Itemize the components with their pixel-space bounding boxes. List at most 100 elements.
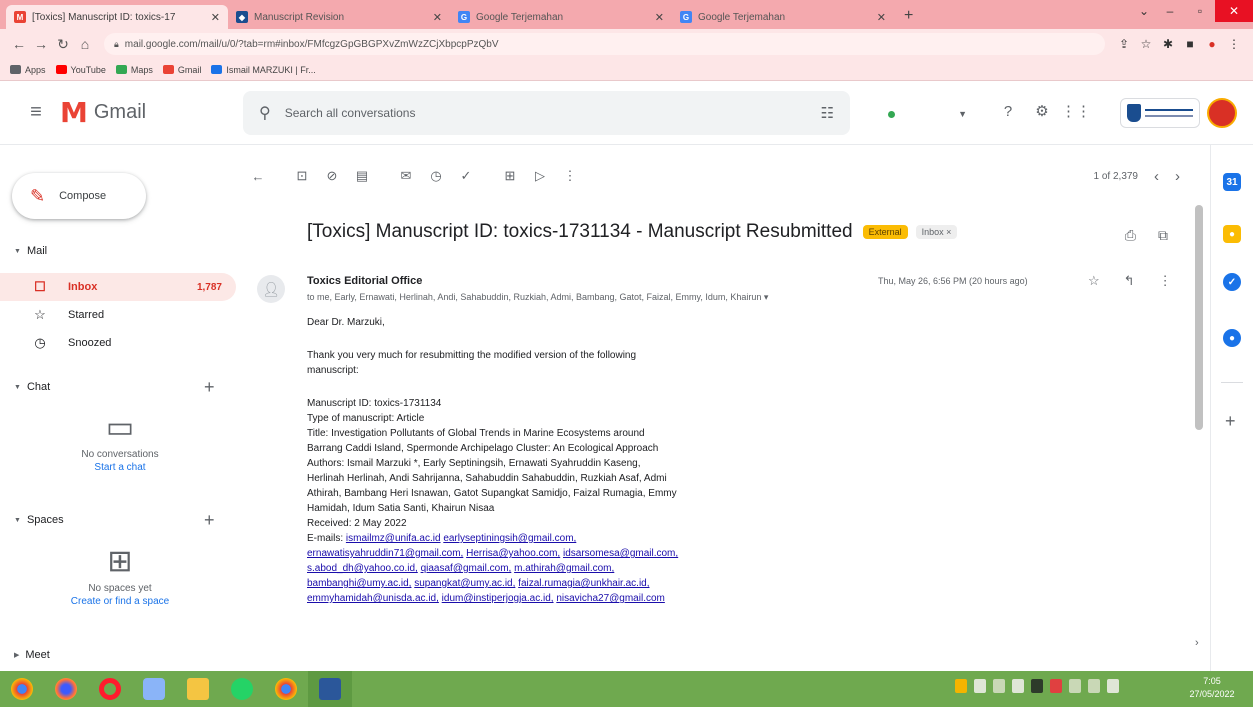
print-icon[interactable]: ⎙ (1125, 227, 1136, 244)
profile-icon[interactable]: ● (1201, 37, 1223, 51)
delete-icon[interactable]: ▤ (347, 168, 377, 184)
sidebar-item-inbox[interactable]: ☐ Inbox 1,787 (0, 273, 236, 301)
snooze-icon[interactable]: ◷ (421, 168, 451, 184)
scroll-right-arrow-icon[interactable]: › (1195, 637, 1199, 649)
share-icon[interactable]: ⇪ (1113, 37, 1135, 51)
sender-name[interactable]: Toxics Editorial Office (307, 275, 422, 287)
main-menu-icon[interactable]: ≡ (12, 101, 60, 124)
tray-app-icon[interactable] (1012, 679, 1024, 693)
account-avatar[interactable] (1207, 98, 1237, 128)
bookmark-profile[interactable]: Ismail MARZUKI | Fr... (211, 65, 316, 75)
mail-section-header[interactable]: ▼ Mail (14, 245, 47, 257)
star-message-icon[interactable]: ☆ (1088, 273, 1100, 289)
meet-section-header[interactable]: ▶ Meet (14, 649, 50, 661)
email-link[interactable]: idum@instiperjogja.ac.id, (442, 593, 554, 604)
bookmark-star-icon[interactable]: ☆ (1135, 37, 1157, 51)
newer-chevron-icon[interactable]: ‹ (1154, 168, 1159, 185)
contacts-icon[interactable]: ● (1223, 329, 1241, 347)
browser-menu-icon[interactable]: ⋮ (1223, 37, 1245, 51)
inbox-label-chip[interactable]: Inbox × (915, 225, 958, 239)
tasks-icon[interactable]: ✓ (1223, 273, 1241, 291)
recipients-line[interactable]: to me, Early, Ernawati, Herlinah, Andi, … (307, 292, 768, 303)
new-chat-plus-icon[interactable]: + (204, 377, 215, 398)
profile-menu-icon[interactable]: ⌄ (1133, 0, 1155, 22)
sender-avatar[interactable]: 👤︎ (257, 275, 285, 303)
bookmark-apps[interactable]: Apps (10, 65, 46, 75)
taskbar-chrome-2[interactable] (264, 671, 308, 707)
taskbar-clock[interactable]: 7:05 27/05/2022 (1180, 675, 1244, 701)
taskbar-chrome[interactable] (0, 671, 44, 707)
new-tab-button[interactable]: + (894, 7, 923, 29)
search-input[interactable]: Search all conversations (285, 106, 821, 120)
email-link[interactable]: Herrisa@yahoo.com, (466, 548, 560, 559)
create-space-link[interactable]: Create or find a space (0, 596, 240, 607)
taskbar-opera[interactable] (88, 671, 132, 707)
close-tab-icon[interactable]: ✕ (877, 11, 886, 24)
gmail-logo[interactable]: M Gmail (60, 96, 240, 129)
browser-tab[interactable]: G Google Terjemahan ✕ (672, 5, 894, 29)
keep-icon[interactable]: ● (1223, 225, 1241, 243)
archive-icon[interactable]: ⊡ (287, 168, 317, 184)
window-icon[interactable]: ■ (1179, 37, 1201, 51)
message-more-icon[interactable]: ⋮ (1159, 273, 1172, 289)
close-tab-icon[interactable]: ✕ (433, 11, 442, 24)
email-link[interactable]: ismailmz@unifa.ac.id (346, 533, 441, 544)
calendar-icon[interactable]: 31 (1223, 173, 1241, 191)
bookmark-gmail[interactable]: Gmail (162, 65, 201, 75)
email-link[interactable]: bambanghi@umy.ac.id, (307, 578, 411, 589)
sidebar-item-starred[interactable]: ☆ Starred (0, 301, 236, 329)
back-arrow-icon[interactable]: ← (8, 36, 30, 52)
email-link[interactable]: nisavicha27@gmail.com (556, 593, 665, 604)
browser-tab[interactable]: G Google Terjemahan ✕ (450, 5, 672, 29)
bookmark-maps[interactable]: Maps (115, 65, 153, 75)
close-window-button[interactable]: ✕ (1215, 0, 1253, 22)
older-chevron-icon[interactable]: › (1175, 168, 1180, 185)
home-icon[interactable]: ⌂ (74, 36, 96, 52)
organization-logo[interactable] (1120, 98, 1200, 128)
email-link[interactable]: idsarsomesa@gmail.com, (563, 548, 678, 559)
status-selector[interactable]: ▼ (880, 103, 975, 125)
mark-unread-icon[interactable]: ✉ (391, 168, 421, 184)
forward-arrow-icon[interactable]: → (30, 36, 52, 52)
email-link[interactable]: s.abod_dh@yahoo.co.id, (307, 563, 418, 574)
search-options-icon[interactable]: ☷ (821, 104, 834, 122)
add-to-tasks-icon[interactable]: ✓ (451, 168, 481, 184)
reply-icon[interactable]: ↰ (1124, 273, 1135, 289)
spaces-section-header[interactable]: ▼ Spaces + (14, 510, 215, 530)
minimize-button[interactable]: – (1155, 0, 1185, 22)
report-spam-icon[interactable]: ⊘ (317, 168, 347, 184)
compose-button[interactable]: ✎ Compose (12, 173, 146, 219)
search-icon[interactable]: ⚲ (259, 103, 271, 123)
tray-app-icon[interactable] (993, 679, 1005, 693)
url-field[interactable]: 🔒︎ mail.google.com/mail/u/0/?tab=rm#inbo… (104, 33, 1105, 55)
search-bar[interactable]: ⚲ Search all conversations ☷ (243, 91, 850, 135)
taskbar-firefox[interactable] (44, 671, 88, 707)
new-space-plus-icon[interactable]: + (204, 510, 215, 531)
email-link[interactable]: m.athirah@gmail.com, (514, 563, 614, 574)
browser-tab[interactable]: ◆ Manuscript Revision ✕ (228, 5, 450, 29)
extensions-icon[interactable]: ✱ (1157, 37, 1179, 51)
email-link[interactable]: ernawatisyahruddin71@gmail.com, (307, 548, 463, 559)
back-to-inbox-icon[interactable]: ← (243, 169, 273, 184)
start-chat-link[interactable]: Start a chat (0, 462, 240, 473)
tray-battery-icon[interactable] (1107, 679, 1119, 693)
tray-app-icon[interactable] (1050, 679, 1062, 693)
close-tab-icon[interactable]: ✕ (655, 11, 664, 24)
close-tab-icon[interactable]: ✕ (211, 11, 220, 24)
tray-app-icon[interactable] (1031, 679, 1043, 693)
tray-warning-icon[interactable] (955, 679, 967, 693)
label-icon[interactable]: ▷ (525, 168, 555, 184)
reload-icon[interactable]: ↻ (52, 36, 74, 53)
email-link[interactable]: qiaasaf@gmail.com, (421, 563, 512, 574)
tray-app-icon[interactable] (974, 679, 986, 693)
help-icon[interactable]: ? (998, 101, 1018, 121)
google-apps-icon[interactable]: ⋮⋮ (1061, 101, 1091, 121)
sidebar-item-snoozed[interactable]: ◷ Snoozed (0, 329, 236, 357)
email-link[interactable]: earlyseptiningsih@gmail.com, (443, 533, 576, 544)
tray-volume-icon[interactable] (1088, 679, 1100, 693)
bookmark-youtube[interactable]: YouTube (55, 65, 106, 75)
taskbar-whatsapp[interactable] (220, 671, 264, 707)
email-link[interactable]: supangkat@umy.ac.id, (414, 578, 515, 589)
tray-network-icon[interactable] (1069, 679, 1081, 693)
more-options-icon[interactable]: ⋮ (555, 168, 585, 184)
